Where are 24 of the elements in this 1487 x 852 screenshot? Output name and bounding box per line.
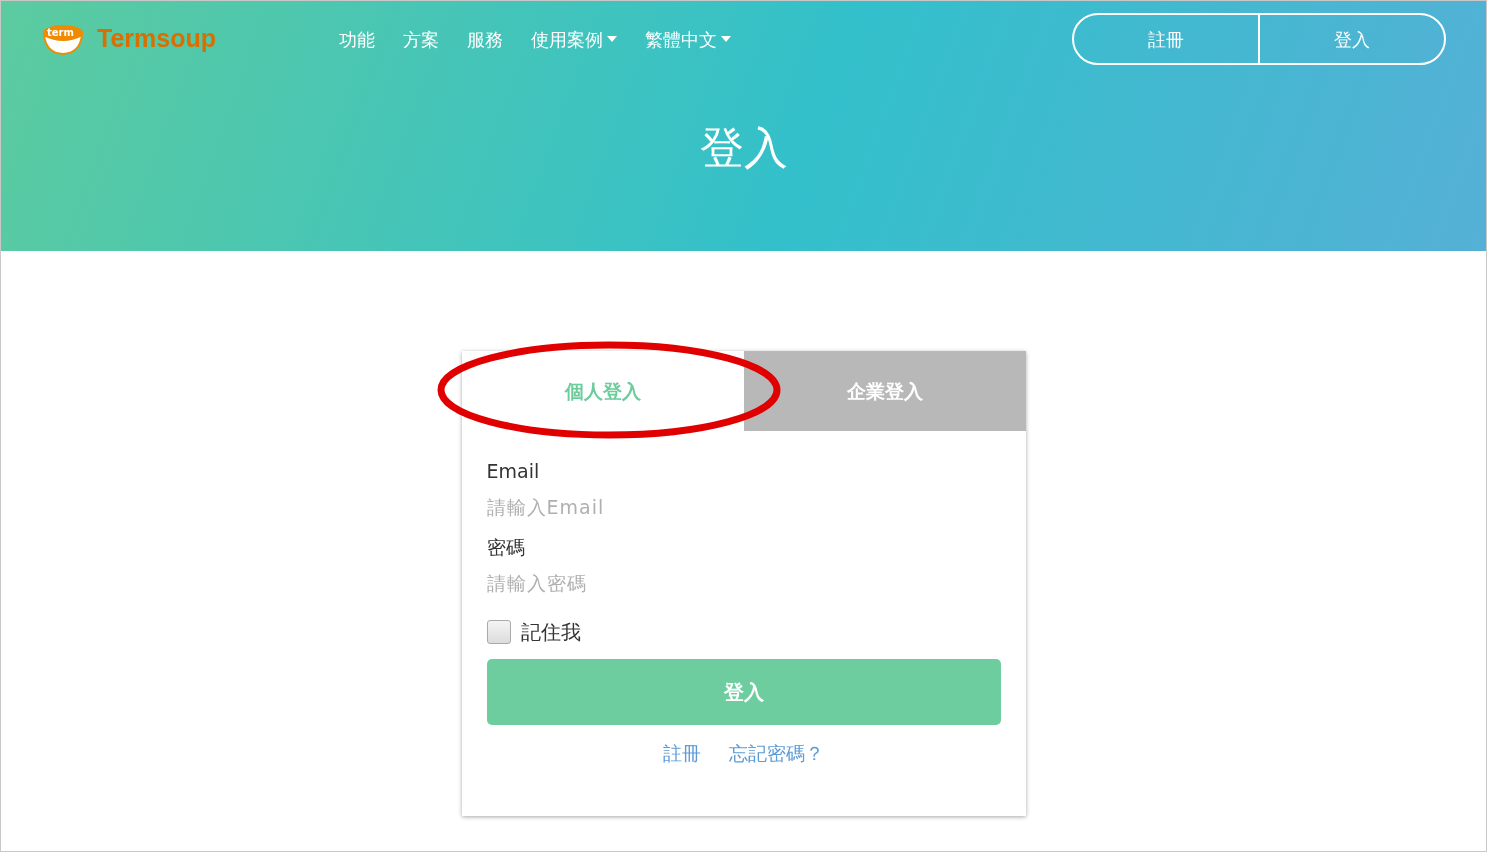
nav-link[interactable]: 服務 bbox=[467, 25, 503, 53]
header-auth-button[interactable]: 註冊 bbox=[1074, 15, 1260, 63]
remember-label: 記住我 bbox=[520, 619, 581, 646]
submit-button[interactable]: 登入 bbox=[486, 659, 1001, 725]
nav-link[interactable]: 方案 bbox=[403, 25, 439, 53]
text-link[interactable]: 忘記密碼？ bbox=[729, 739, 824, 768]
nav-link[interactable]: 繁體中文 bbox=[645, 25, 731, 53]
login-tab[interactable]: 個人登入 bbox=[461, 351, 744, 431]
page-title: 登入 bbox=[699, 121, 788, 175]
nav-link[interactable]: 使用案例 bbox=[531, 25, 617, 53]
brand-name: Termsoup bbox=[97, 23, 216, 55]
logo-badge-text: term bbox=[47, 28, 75, 38]
caret-icon bbox=[607, 36, 617, 42]
nav-link[interactable]: 功能 bbox=[339, 25, 375, 53]
bowl-logo-icon bbox=[41, 23, 85, 55]
caret-icon bbox=[721, 36, 731, 42]
login-tab[interactable]: 企業登入 bbox=[743, 351, 1026, 431]
field-label: 密碼 bbox=[486, 535, 526, 560]
header-auth-button[interactable]: 登入 bbox=[1260, 15, 1444, 63]
field-label: Email bbox=[486, 459, 541, 484]
input-field[interactable]: 請輸入Email bbox=[486, 485, 1001, 529]
text-link[interactable]: 註冊 bbox=[663, 739, 701, 768]
remember-checkbox[interactable] bbox=[486, 620, 511, 644]
input-field[interactable]: 請輸入密碼 bbox=[486, 561, 1001, 605]
